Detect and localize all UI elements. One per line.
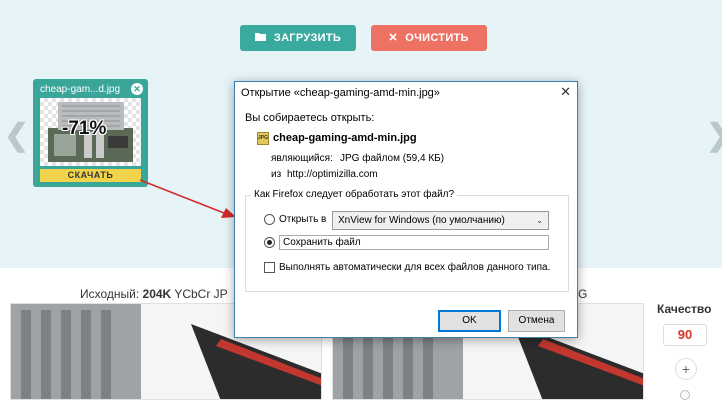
auto-action-label[interactable]: Выполнять автоматически для всех файлов … [279, 262, 550, 273]
open-with-label[interactable]: Открыть в [279, 214, 326, 225]
application-select[interactable]: XnView for Windows (по умолчанию) ⌄ [332, 211, 549, 230]
jpg-file-icon: JPG [257, 132, 269, 145]
ok-button[interactable]: OK [438, 310, 501, 332]
handling-question: Как Firefox следует обработать этот файл… [251, 189, 458, 200]
dialog-filename: cheap-gaming-amd-min.jpg [273, 132, 417, 144]
open-with-radio[interactable] [264, 214, 275, 225]
auto-action-checkbox[interactable] [264, 262, 275, 273]
dialog-intro: Вы собираетесь открыть: [245, 112, 375, 124]
cancel-button[interactable]: Отмена [508, 310, 565, 332]
application-select-value: XnView for Windows (по умолчанию) [338, 215, 505, 226]
open-file-dialog: Открытие «cheap-gaming-amd-min.jpg» ✕ Вы… [234, 81, 578, 338]
save-file-label: Сохранить файл [283, 237, 361, 248]
source-url: http://optimizilla.com [287, 169, 378, 180]
file-type-value: JPG файлом (59,4 КБ) [340, 153, 445, 164]
dialog-title: Открытие «cheap-gaming-amd-min.jpg» [241, 87, 440, 99]
chevron-down-icon: ⌄ [536, 216, 543, 225]
dialog-close-icon[interactable]: ✕ [560, 84, 571, 100]
save-file-radio[interactable] [264, 237, 275, 248]
file-type-label: являющийся: [271, 153, 333, 164]
save-file-option[interactable]: Сохранить файл [279, 235, 549, 250]
source-label: из [271, 169, 282, 180]
